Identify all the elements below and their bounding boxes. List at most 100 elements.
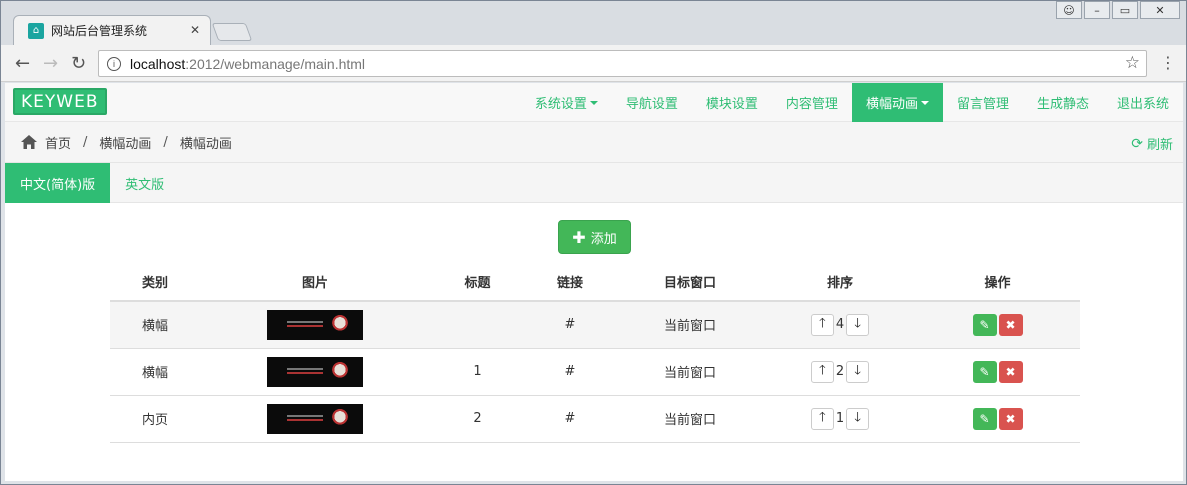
- cell-category: 横幅: [110, 348, 200, 396]
- cell-category: 内页: [110, 395, 200, 443]
- tab-title: 网站后台管理系统: [51, 24, 148, 38]
- caret-down-icon: [589, 100, 598, 105]
- menu-item-nav-settings[interactable]: 导航设置: [612, 83, 692, 122]
- cell-sort: 🡑 4 🡓: [765, 301, 915, 349]
- sort-value: 2: [835, 364, 845, 379]
- menu-item-system-settings[interactable]: 系统设置: [521, 83, 612, 122]
- menu-item-logout[interactable]: 退出系统: [1103, 83, 1183, 122]
- cell-target: 当前窗口: [615, 395, 765, 443]
- table-header-row: 类别 图片 标题 链接 目标窗口 排序 操作: [110, 263, 1080, 302]
- menu-item-content-management[interactable]: 内容管理: [772, 83, 852, 122]
- menu-item-label: 导航设置: [625, 97, 678, 112]
- edit-pencil-icon[interactable]: ✎: [972, 313, 997, 336]
- header-target-window: 目标窗口: [615, 263, 765, 302]
- caret-down-icon: [920, 100, 929, 105]
- menu-item-label: 系统设置: [534, 97, 587, 112]
- main-menu: 系统设置 导航设置 模块设置 内容管理 横幅动画 留言管理 生成静态 退出系统: [521, 83, 1183, 122]
- address-bar: ← → ↻ i localhost:2012/webmanage/main.ht…: [1, 45, 1186, 82]
- add-button[interactable]: ✚ 添加: [558, 220, 631, 254]
- breadcrumb-current: 横幅动画: [179, 136, 232, 152]
- bookmark-star-icon[interactable]: ☆: [1125, 53, 1140, 73]
- sort-value: 1: [835, 411, 845, 426]
- cell-target: 当前窗口: [615, 301, 765, 349]
- window-controls: ☺ – ▭ ✕: [1056, 1, 1180, 19]
- tab-chinese-simplified[interactable]: 中文(简体)版: [5, 163, 111, 203]
- logo[interactable]: KEYWEB: [13, 88, 107, 115]
- menu-item-module-settings[interactable]: 模块设置: [692, 83, 772, 122]
- breadcrumb-separator: /: [83, 134, 88, 150]
- new-tab-button[interactable]: [211, 23, 253, 41]
- refresh-button[interactable]: ⟳ 刷新: [1131, 134, 1173, 154]
- cell-link: #: [525, 395, 615, 443]
- menu-item-message-management[interactable]: 留言管理: [943, 83, 1023, 122]
- close-window-icon[interactable]: ✕: [1140, 1, 1180, 19]
- table-row: 横幅 # 当前窗口 🡑 4 🡓 ✎ ✖: [110, 301, 1080, 349]
- info-icon[interactable]: i: [107, 56, 121, 71]
- url-input[interactable]: i localhost:2012/webmanage/main.html ☆: [98, 50, 1147, 77]
- cell-title: 1: [430, 348, 525, 396]
- breadcrumb-section[interactable]: 横幅动画: [99, 133, 151, 152]
- menu-item-label: 退出系统: [1116, 97, 1169, 112]
- browser-tab[interactable]: ⌂ 网站后台管理系统 ✕: [13, 15, 211, 45]
- home-icon: [21, 135, 37, 149]
- cell-category: 横幅: [110, 301, 200, 349]
- header-sort: 排序: [765, 263, 915, 302]
- menu-item-banner-animation[interactable]: 横幅动画: [851, 83, 943, 122]
- browser-menu-icon[interactable]: ⋮: [1160, 53, 1176, 72]
- menu-item-label: 内容管理: [785, 97, 838, 112]
- move-up-icon[interactable]: 🡑: [810, 407, 834, 430]
- menu-item-label: 留言管理: [956, 97, 1009, 112]
- header-title: 标题: [430, 263, 525, 302]
- cell-image: [200, 395, 430, 443]
- edit-pencil-icon[interactable]: ✎: [972, 360, 997, 383]
- banner-table: 类别 图片 标题 链接 目标窗口 排序 操作 横幅 # 当前窗口 🡑 4 🡓 ✎…: [110, 263, 1080, 443]
- banner-thumbnail[interactable]: [267, 309, 363, 340]
- move-up-icon[interactable]: 🡑: [810, 360, 834, 383]
- add-button-label: 添加: [590, 231, 617, 247]
- delete-x-icon[interactable]: ✖: [998, 313, 1023, 336]
- header-image: 图片: [200, 263, 430, 302]
- tab-close-icon[interactable]: ✕: [190, 23, 200, 37]
- table-row: 内页 2 # 当前窗口 🡑 1 🡓 ✎ ✖: [110, 395, 1080, 443]
- menu-item-generate-static[interactable]: 生成静态: [1023, 83, 1103, 122]
- reload-icon[interactable]: ↻: [71, 53, 86, 74]
- move-down-icon[interactable]: 🡓: [846, 313, 870, 336]
- top-navbar: KEYWEB 系统设置 导航设置 模块设置 内容管理 横幅动画 留言管理 生成静…: [5, 83, 1183, 122]
- header-link: 链接: [525, 263, 615, 302]
- refresh-label: 刷新: [1146, 138, 1173, 153]
- menu-item-label: 模块设置: [705, 97, 758, 112]
- user-icon[interactable]: ☺: [1056, 1, 1082, 19]
- table-row: 横幅 1 # 当前窗口 🡑 2 🡓 ✎ ✖: [110, 348, 1080, 396]
- cell-actions: ✎ ✖: [915, 348, 1080, 396]
- banner-thumbnail[interactable]: [267, 403, 363, 434]
- breadcrumb: 首页 / 横幅动画 / 横幅动画 ⟳ 刷新: [5, 122, 1183, 163]
- move-down-icon[interactable]: 🡓: [846, 407, 870, 430]
- browser-window: ⌂ 网站后台管理系统 ✕ ☺ – ▭ ✕ ← → ↻ i localhost:2…: [0, 0, 1187, 485]
- house-favicon-icon: ⌂: [28, 22, 44, 39]
- minimize-icon[interactable]: –: [1084, 1, 1110, 19]
- breadcrumb-separator: /: [163, 134, 168, 150]
- language-tabs: 中文(简体)版 英文版: [5, 163, 1183, 203]
- edit-pencil-icon[interactable]: ✎: [972, 407, 997, 430]
- page-viewport: KEYWEB 系统设置 导航设置 模块设置 内容管理 横幅动画 留言管理 生成静…: [5, 83, 1183, 481]
- move-down-icon[interactable]: 🡓: [846, 360, 870, 383]
- browser-titlebar: ⌂ 网站后台管理系统 ✕ ☺ – ▭ ✕: [1, 1, 1186, 45]
- banner-thumbnail[interactable]: [267, 356, 363, 387]
- cell-sort: 🡑 1 🡓: [765, 395, 915, 443]
- back-arrow-icon[interactable]: ←: [15, 53, 30, 74]
- cell-title: 2: [430, 395, 525, 443]
- maximize-icon[interactable]: ▭: [1112, 1, 1138, 19]
- breadcrumb-home[interactable]: 首页: [45, 133, 71, 152]
- menu-item-label: 生成静态: [1036, 97, 1089, 112]
- delete-x-icon[interactable]: ✖: [998, 360, 1023, 383]
- header-category: 类别: [110, 263, 200, 302]
- plus-icon: ✚: [572, 227, 586, 247]
- delete-x-icon[interactable]: ✖: [998, 407, 1023, 430]
- header-actions: 操作: [915, 263, 1080, 302]
- cell-link: #: [525, 348, 615, 396]
- move-up-icon[interactable]: 🡑: [810, 313, 834, 336]
- cell-actions: ✎ ✖: [915, 395, 1080, 443]
- tab-english[interactable]: 英文版: [110, 163, 179, 203]
- forward-arrow-icon[interactable]: →: [43, 53, 58, 74]
- sort-value: 4: [835, 317, 845, 333]
